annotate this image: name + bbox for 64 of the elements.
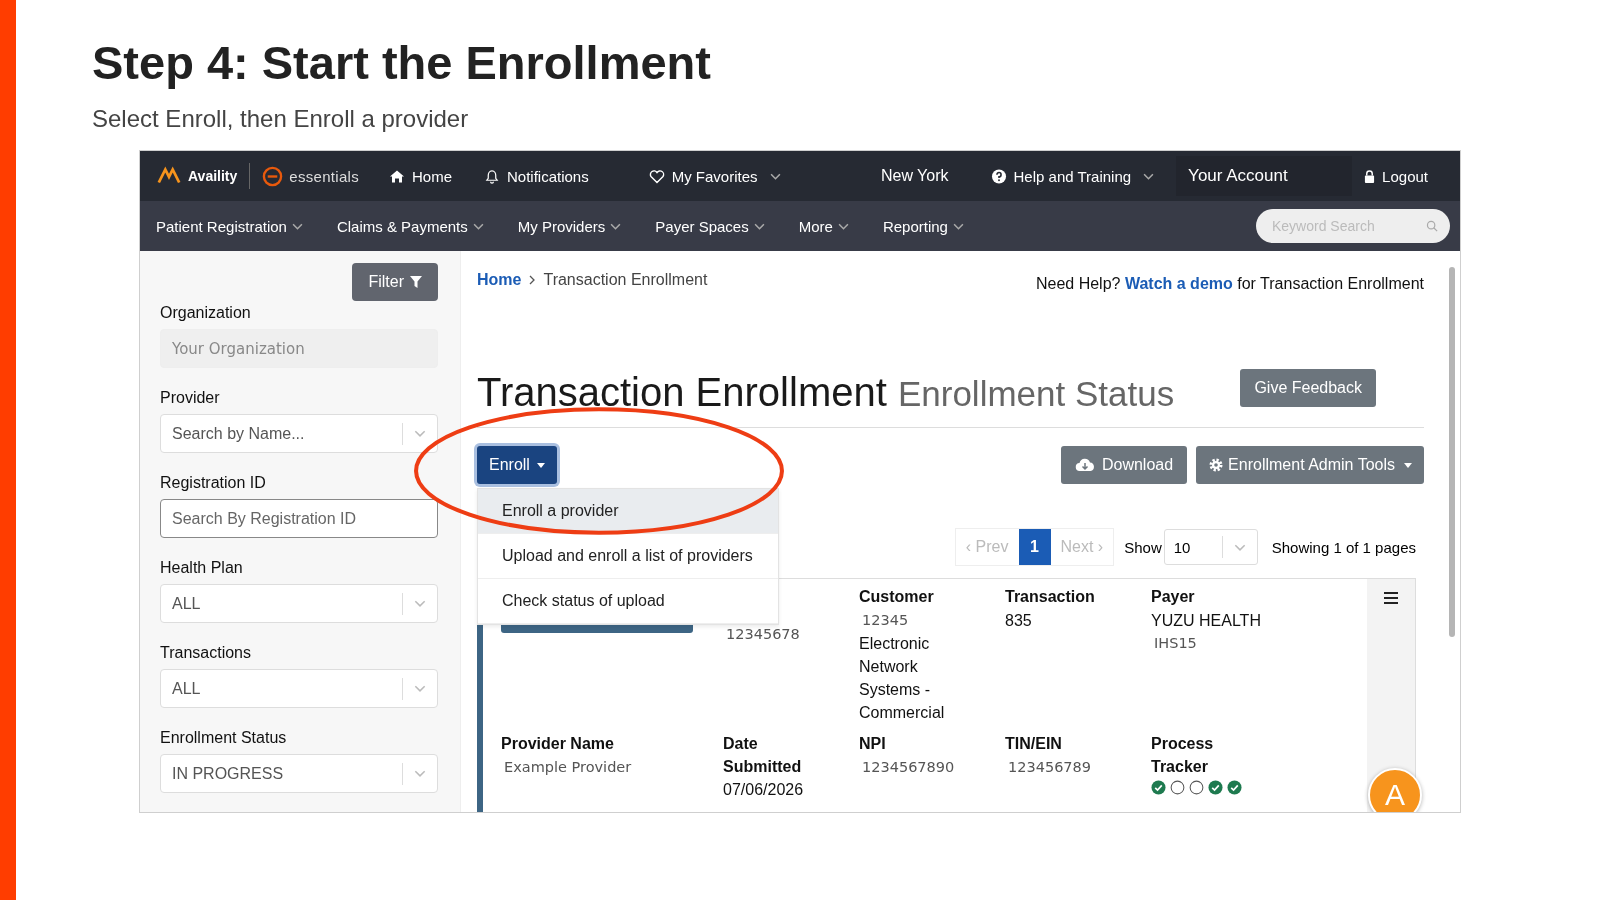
field-value: Electronic Network Systems - Commercial xyxy=(859,634,946,723)
select-field[interactable]: Search by Name... xyxy=(160,414,438,453)
help-menu[interactable]: Help and Training xyxy=(990,167,1155,185)
menu-item[interactable]: Reporting xyxy=(882,217,964,235)
menu-item[interactable]: More xyxy=(798,217,849,235)
field-value: 835 xyxy=(1005,611,1033,631)
show-label: Show xyxy=(1124,538,1162,556)
field-label: Transactions xyxy=(160,643,252,663)
enroll-button[interactable]: Enroll xyxy=(477,446,557,484)
field-header: Transaction xyxy=(1005,587,1096,607)
watch-demo-link[interactable]: Watch a demo xyxy=(1124,275,1233,292)
field-header: TIN/EIN xyxy=(1005,734,1063,754)
menu-item[interactable]: Patient Registration xyxy=(156,217,303,235)
pages-summary: Showing 1 of 1 pages xyxy=(1271,538,1416,556)
organization-field: Your Organization xyxy=(160,329,438,368)
notifications-link[interactable]: Notifications xyxy=(484,167,589,185)
field-value: IHS15 xyxy=(1153,634,1198,653)
breadcrumb-current: Transaction Enrollment xyxy=(543,271,708,289)
logout-link[interactable]: Logout xyxy=(1364,167,1428,185)
page-title: Transaction Enrollment Enrollment Status xyxy=(477,369,1175,416)
field-header: Payer xyxy=(1151,587,1196,607)
field-label: Registration ID xyxy=(160,473,267,493)
field-value: 123456789 xyxy=(1007,758,1093,777)
filter-button[interactable]: Filter xyxy=(352,263,438,301)
field-header: Customer xyxy=(859,587,935,607)
page-button[interactable]: 1 xyxy=(1018,529,1051,565)
field-label: Organization xyxy=(160,303,252,323)
menu-item[interactable]: Payer Spaces xyxy=(655,217,765,235)
favorites-menu[interactable]: My Favorites xyxy=(648,167,781,185)
select-field[interactable]: IN PROGRESS xyxy=(160,754,438,793)
field-label: Enrollment Status xyxy=(160,728,288,748)
field-header: Process Tracker xyxy=(1151,734,1215,777)
field-header: Date Submitted xyxy=(723,734,803,777)
field-value: 07/06/2026 xyxy=(723,780,805,800)
download-button[interactable]: Download xyxy=(1060,446,1188,484)
slide-title: Step 4: Start the Enrollment xyxy=(92,35,712,91)
input-field[interactable]: Search By Registration ID xyxy=(160,499,438,538)
admin-tools-button[interactable]: Enrollment Admin Tools xyxy=(1196,446,1424,484)
dropdown-item[interactable]: Enroll a provider xyxy=(478,489,778,534)
field-label: Provider xyxy=(160,388,221,408)
dropdown-item[interactable]: Upload and enroll a list of providers xyxy=(478,534,778,579)
field-label: Health Plan xyxy=(160,558,244,578)
product-name: essentials xyxy=(289,167,359,185)
brand-name: Availity xyxy=(188,168,238,184)
menu-item[interactable]: Claims & Payments xyxy=(336,217,484,235)
field-value: 1234567890 xyxy=(861,758,956,777)
location-label: New York xyxy=(880,167,949,185)
field-value: 12345678 xyxy=(725,625,801,644)
select-field[interactable]: ALL xyxy=(160,669,438,708)
menu-item[interactable]: My Providers xyxy=(517,217,622,235)
field-header: Provider Name xyxy=(501,734,615,754)
account-menu[interactable]: Your Account xyxy=(1176,156,1353,196)
field-header: NPI xyxy=(859,734,887,754)
field-value: YUZU HEALTH xyxy=(1151,611,1262,631)
field-value: 12345 xyxy=(861,611,910,630)
dropdown-item[interactable]: Check status of upload xyxy=(478,579,778,624)
select-field[interactable]: ALL xyxy=(160,584,438,623)
slide-subtitle: Select Enroll, then Enroll a provider xyxy=(92,104,470,134)
page-size-select[interactable]: 10 xyxy=(1163,529,1258,565)
field-value: Example Provider xyxy=(503,758,633,777)
help-text: Need Help? Watch a demo for Transaction Enrollment xyxy=(1035,275,1424,293)
home-link[interactable]: Home xyxy=(389,167,452,185)
give-feedback-button[interactable]: Give Feedback xyxy=(1240,369,1376,407)
breadcrumb-link[interactable]: Home xyxy=(477,271,522,289)
